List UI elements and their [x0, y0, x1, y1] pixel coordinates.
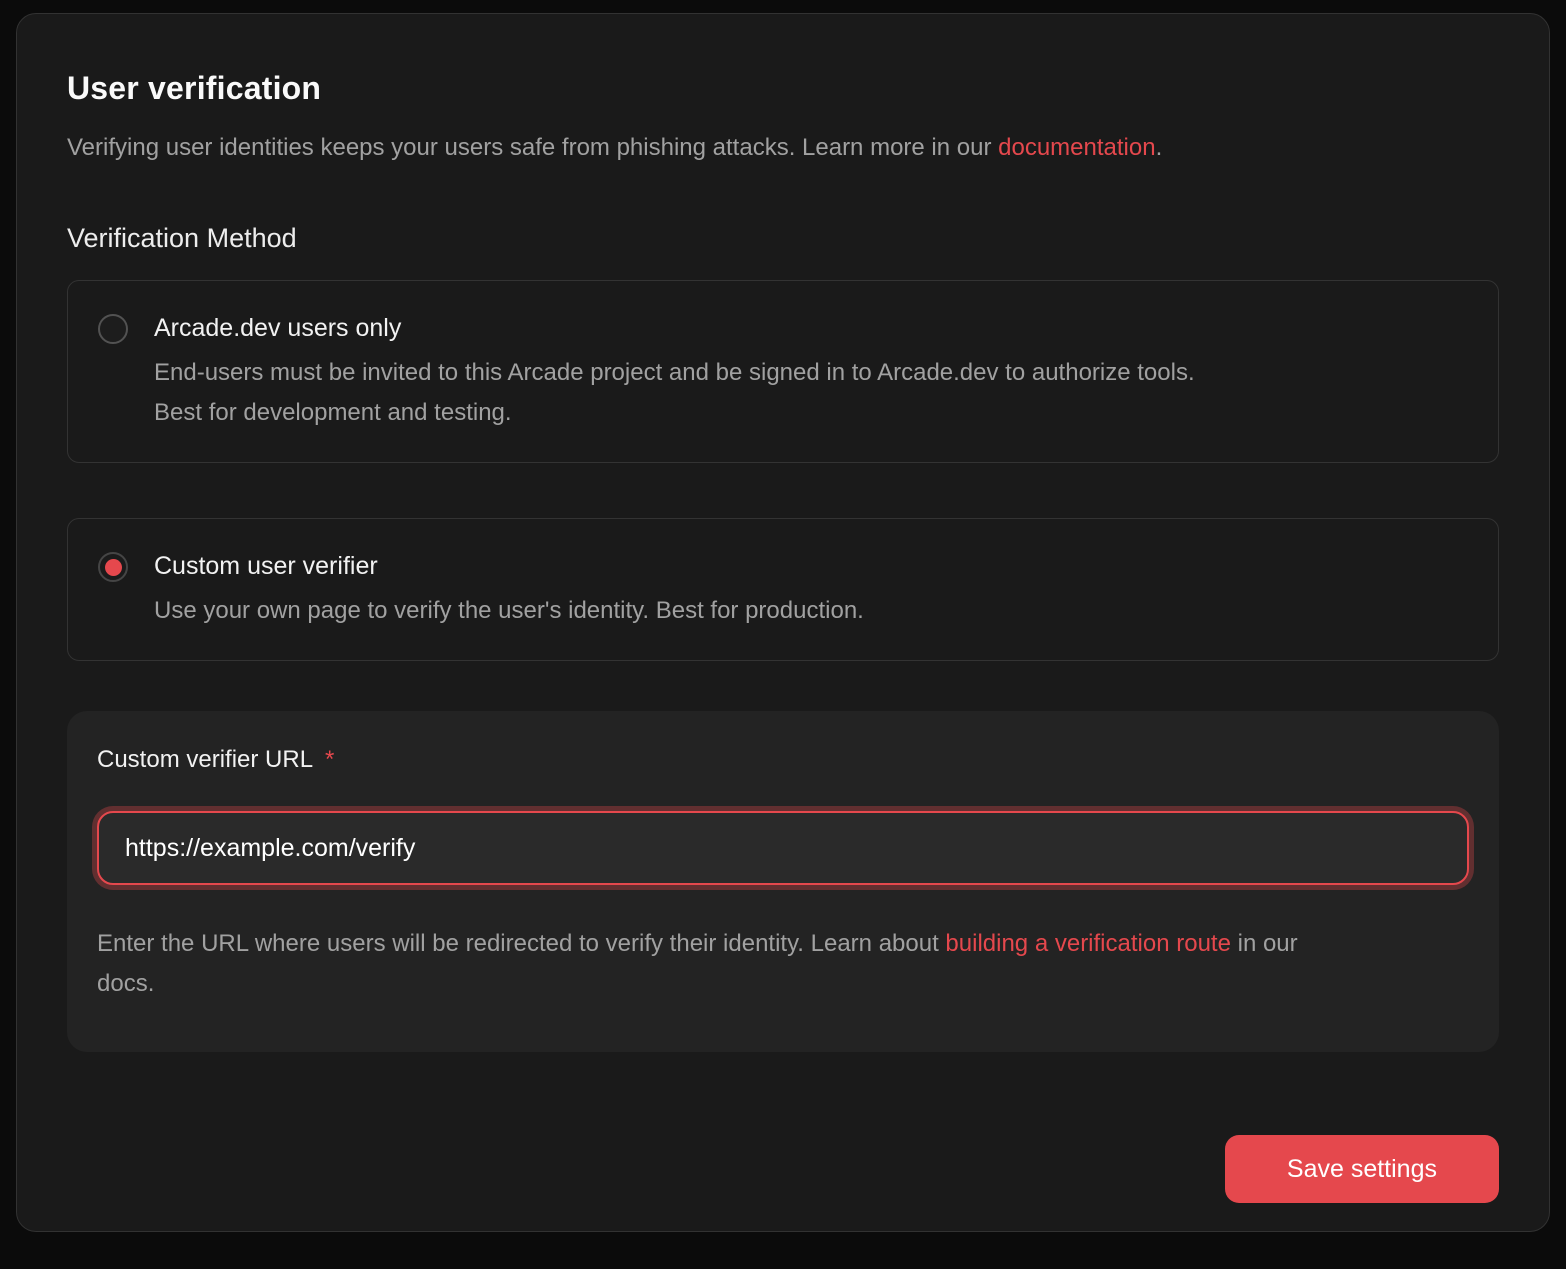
page-subtitle: Verifying user identities keeps your use… — [67, 134, 1499, 162]
option-description-line: Use your own page to verify the user's i… — [154, 591, 864, 631]
save-settings-button[interactable]: Save settings — [1225, 1135, 1499, 1203]
subtitle-text: Verifying user identities keeps your use… — [67, 134, 998, 161]
option-description: Use your own page to verify the user's i… — [154, 591, 864, 631]
help-text-before: Enter the URL where users will be redire… — [97, 930, 945, 957]
option-label: Arcade.dev users only — [154, 312, 1195, 344]
option-description-line: End-users must be invited to this Arcade… — [154, 353, 1195, 393]
field-label-text: Custom verifier URL — [97, 746, 313, 773]
page-title: User verification — [67, 70, 1499, 107]
radio-unselected-icon[interactable] — [98, 314, 128, 344]
option-description: End-users must be invited to this Arcade… — [154, 353, 1195, 433]
option-arcade-dev-users-only[interactable]: Arcade.dev users only End-users must be … — [67, 280, 1499, 463]
user-verification-card: User verification Verifying user identit… — [16, 13, 1550, 1232]
option-label: Custom user verifier — [154, 550, 864, 582]
documentation-link[interactable]: documentation — [998, 134, 1155, 161]
actions-row: Save settings — [67, 1135, 1499, 1203]
required-asterisk: * — [325, 746, 334, 773]
custom-verifier-panel: Custom verifier URL * Enter the URL where… — [67, 711, 1499, 1052]
building-verification-route-link[interactable]: building a verification route — [945, 930, 1231, 957]
option-custom-user-verifier[interactable]: Custom user verifier Use your own page t… — [67, 518, 1499, 661]
verification-method-heading: Verification Method — [67, 223, 1499, 254]
option-body: Arcade.dev users only End-users must be … — [154, 312, 1195, 433]
option-description-line: Best for development and testing. — [154, 393, 1195, 433]
custom-verifier-url-label: Custom verifier URL * — [97, 746, 1469, 774]
custom-verifier-help-text: Enter the URL where users will be redire… — [97, 924, 1357, 1004]
option-body: Custom user verifier Use your own page t… — [154, 550, 864, 631]
subtitle-period: . — [1156, 134, 1163, 161]
custom-verifier-url-input[interactable] — [97, 811, 1469, 885]
radio-selected-icon[interactable] — [98, 552, 128, 582]
